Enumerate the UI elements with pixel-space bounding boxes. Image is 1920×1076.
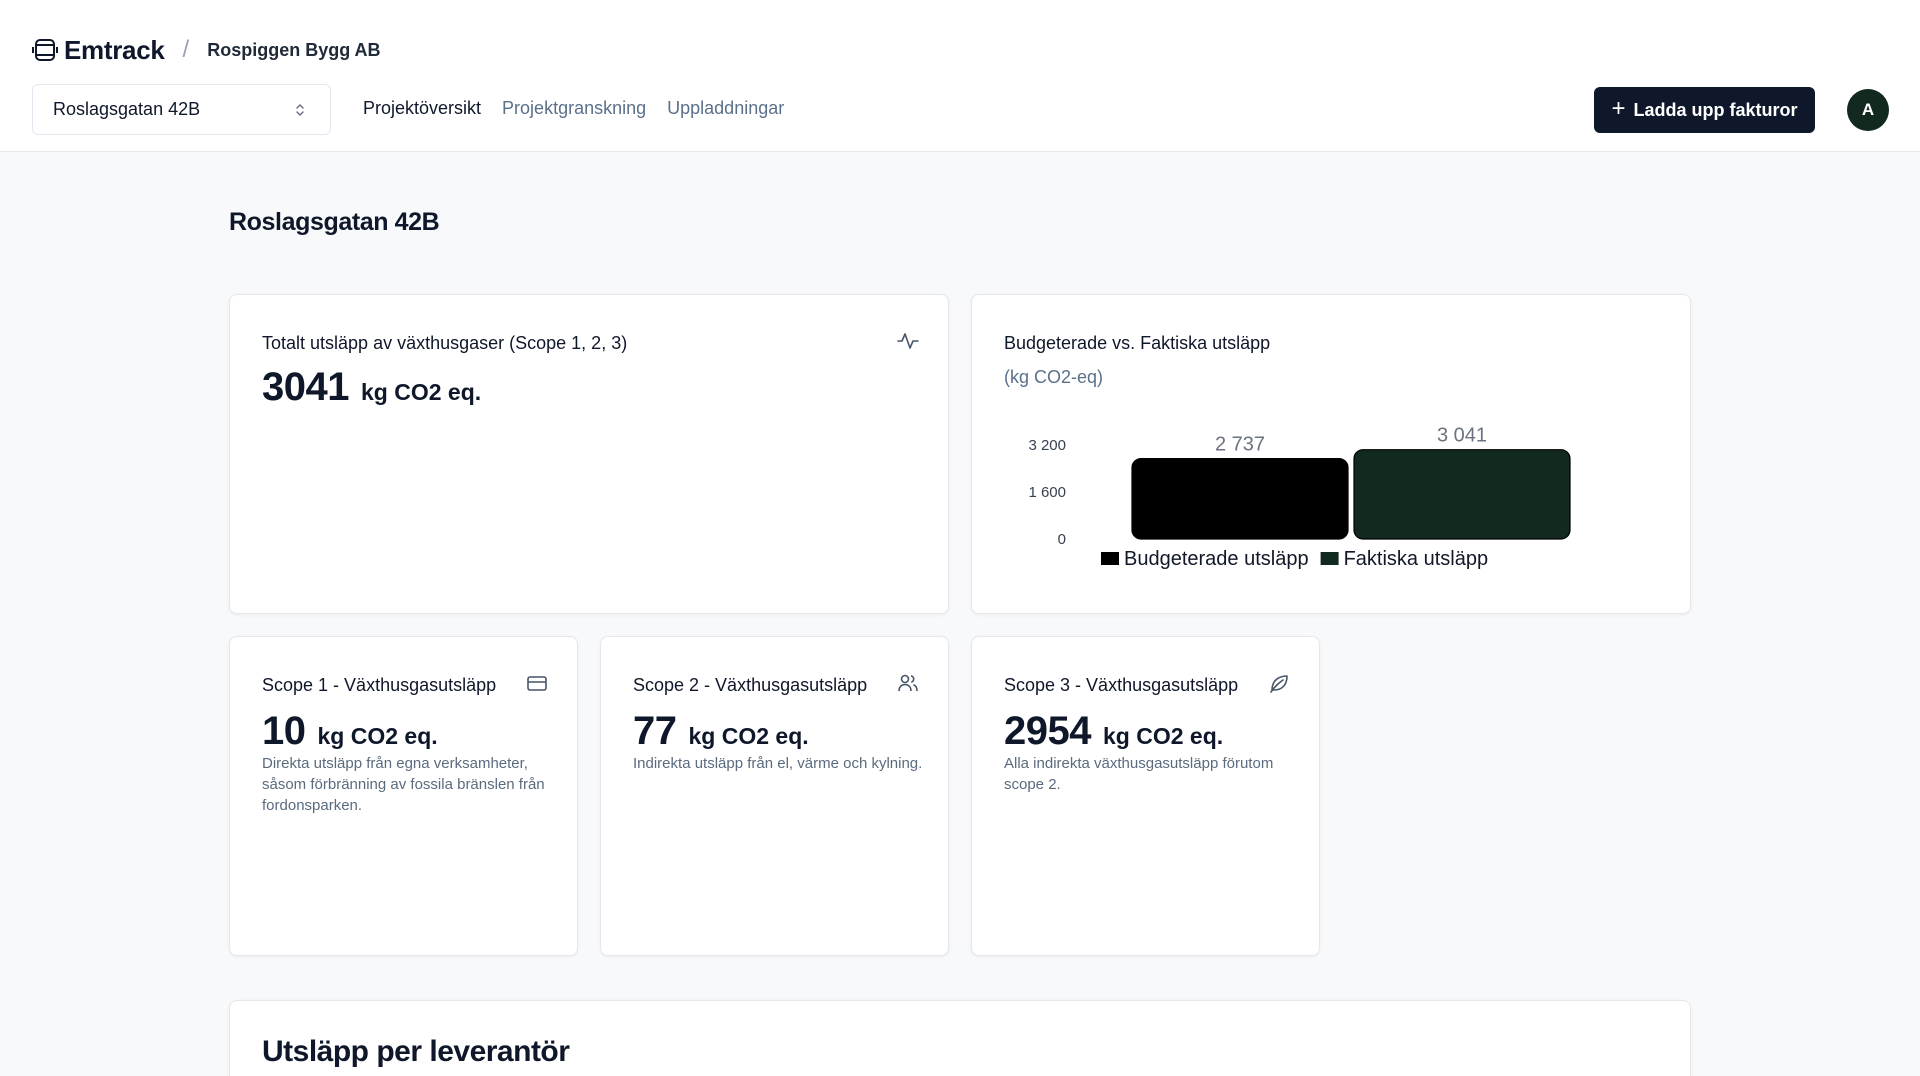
card-title: Scope 2 - Växthusgasutsläpp	[633, 675, 868, 695]
total-value: 3041 kg CO2 eq.	[262, 365, 481, 410]
activity-icon	[897, 333, 919, 349]
project-select-value: Roslagsgatan 42B	[53, 99, 201, 119]
legend-label: Faktiska utsläpp	[1344, 548, 1489, 570]
plus-icon: +	[1611, 95, 1626, 122]
scope1-card: Scope 1 - Växthusgasutsläpp 10 kg CO2 eq…	[229, 636, 578, 956]
card-title: Scope 3 - Växthusgasutsläpp	[1004, 675, 1239, 695]
scope2-description: Indirekta utsläpp från el, värme och kyl…	[633, 755, 923, 772]
value-unit: kg CO2 eq.	[360, 379, 482, 405]
logo-icon	[32, 39, 58, 61]
brand-breadcrumb: Emtrack / Rospiggen Bygg AB	[32, 34, 381, 66]
value-unit: kg CO2 eq.	[317, 723, 438, 749]
value-unit: kg CO2 eq.	[688, 723, 809, 749]
y-tick-label: 3 200	[1028, 437, 1066, 454]
company-name[interactable]: Rospiggen Bygg AB	[207, 40, 380, 61]
value-number: 2954	[1004, 709, 1091, 753]
leaf-icon	[1270, 675, 1288, 693]
upload-invoices-button[interactable]: + Ladda upp fakturor	[1594, 87, 1815, 133]
nav-projektgranskning[interactable]: Projektgranskning	[502, 98, 646, 119]
value-unit: kg CO2 eq.	[1102, 723, 1224, 749]
upload-invoices-label: Ladda upp fakturor	[1633, 99, 1798, 120]
scope2-card: Scope 2 - Växthusgasutsläpp 77 kg CO2 eq…	[600, 636, 949, 956]
value-number: 3041	[262, 365, 349, 409]
chevron-up-down-icon	[296, 103, 304, 117]
page-title: Roslagsgatan 42B	[229, 208, 440, 236]
main-nav: Projektöversikt Projektgranskning Upplad…	[363, 98, 784, 119]
legend-swatch	[1101, 552, 1119, 565]
bar	[1353, 449, 1571, 540]
bar-value-label: 2 737	[1215, 434, 1265, 456]
scope3-card: Scope 3 - Växthusgasutsläpp 2954 kg CO2 …	[971, 636, 1320, 956]
bar-value-label: 3 041	[1437, 425, 1487, 447]
brand-name[interactable]: Emtrack	[64, 35, 165, 66]
avatar-initial: A	[1861, 100, 1875, 119]
top-header: Emtrack / Rospiggen Bygg AB Roslagsgatan…	[0, 0, 1920, 152]
card-title: Totalt utsläpp av växthusgaser (Scope 1,…	[262, 333, 628, 353]
project-select[interactable]: Roslagsgatan 42B	[32, 84, 331, 135]
legend-label: Budgeterade utsläpp	[1124, 548, 1309, 570]
value-number: 10	[262, 709, 306, 753]
credit-card-icon	[527, 676, 547, 691]
nav-uppladdningar[interactable]: Uppladdningar	[667, 98, 784, 119]
scope1-value: 10 kg CO2 eq.	[262, 709, 438, 754]
budget-vs-actual-card: Budgeterade vs. Faktiska utsläpp (kg CO2…	[971, 294, 1691, 614]
avatar[interactable]: A	[1847, 89, 1889, 131]
y-tick-label: 0	[1058, 531, 1066, 548]
scope2-value: 77 kg CO2 eq.	[633, 709, 809, 754]
supplier-emissions-card: Utsläpp per leverantör	[229, 1000, 1691, 1076]
breadcrumb-separator: /	[182, 36, 190, 63]
scope1-description: Direkta utsläpp från egna verksamheter, …	[262, 755, 545, 814]
scope3-description: Alla indirekta växthusgasutsläpp förutom…	[1004, 755, 1274, 793]
y-tick-label: 1 600	[1028, 484, 1066, 501]
nav-projektoversikt[interactable]: Projektöversikt	[363, 98, 481, 119]
scope3-value: 2954 kg CO2 eq.	[1004, 709, 1223, 754]
card-title: Scope 1 - Växthusgasutsläpp	[262, 675, 497, 695]
value-number: 77	[633, 709, 677, 753]
section-title: Utsläpp per leverantör	[262, 1035, 570, 1068]
users-icon	[898, 674, 918, 692]
bar-chart: 0 1 600 3 200 2 737 3 041 Budgeterade utsläpp…	[1028, 425, 1571, 570]
total-emissions-card: Totalt utsläpp av växthusgaser (Scope 1,…	[229, 294, 949, 614]
legend-swatch	[1320, 552, 1339, 565]
bar	[1131, 458, 1349, 540]
